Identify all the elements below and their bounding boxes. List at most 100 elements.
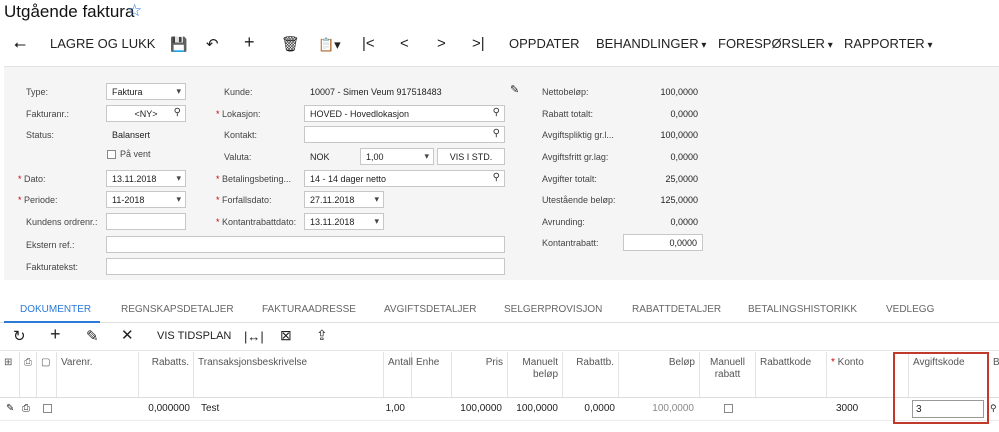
cell-description[interactable]: Test [201,403,219,414]
note-icon[interactable] [43,404,52,413]
col-price[interactable]: Pris [452,352,508,397]
cell-price[interactable]: 100,0000 [452,403,502,414]
page-title: Utgående faktura [4,2,135,21]
type-select[interactable]: Faktura [106,83,186,100]
tab-address[interactable]: FAKTURAADRESSE [262,304,356,315]
search-icon[interactable]: ⚲ [174,107,181,118]
total-label: Kontantrabatt: [542,238,599,248]
refresh-icon[interactable]: ↻ [13,329,26,344]
cell-account[interactable]: 3000 [836,403,858,414]
cash-discount-field[interactable]: 0,0000 [623,234,703,251]
contact-field[interactable]: ⚲ [304,126,505,143]
upload-icon[interactable]: ⇪ [316,328,328,343]
cell-quantity[interactable]: 1,00 [370,403,405,414]
view-schedule-button[interactable]: VIS TIDSPLAN [157,330,231,342]
col-quantity[interactable]: Antall [384,352,413,397]
inquiries-menu[interactable]: FORESPØRSLER [718,36,833,51]
col-item[interactable]: Varenr. [57,352,139,397]
location-field[interactable]: HOVED - Hovedlokasjon ⚲ [304,105,505,122]
period-label: Periode: [18,195,58,205]
customer-label: Kunde: [224,87,253,97]
table-row[interactable]: ✎ ⎙ 0,000000 Test 1,00 100,0000 100,0000… [0,398,999,421]
tab-bar: DOKUMENTER REGNSKAPSDETALJER FAKTURAADRE… [0,300,999,323]
summary-form: Type: Faktura Fakturanr.: <NY>⚲ Status: … [4,66,999,280]
actions-menu[interactable]: BEHANDLINGER [596,36,706,51]
tab-discounts[interactable]: RABATTDETALJER [632,304,721,315]
rate-field[interactable]: 1,00 [360,148,434,165]
col-discount-code[interactable]: Rabattkode [756,352,827,397]
search-icon[interactable]: ⚲ [493,128,500,139]
currency-value: NOK [310,152,330,162]
total-value: 100,0000 [660,87,698,97]
cell-manual-amount[interactable]: 100,0000 [508,403,558,414]
type-label: Type: [26,87,49,97]
edit-icon[interactable]: ✎ [510,83,519,98]
hold-checkbox[interactable] [107,150,116,159]
save-icon[interactable]: 💾 [170,37,187,52]
ref-number-field[interactable]: <NY> ⚲ [106,105,186,122]
period-field[interactable]: 11-2018 [106,191,186,208]
col-manual-amount[interactable]: Manuelt beløp [508,352,563,397]
edit-row-icon[interactable]: ✎ [86,329,99,344]
customer-order-label: Kundens ordrenr.: [26,217,98,227]
col-description[interactable]: Transaksjonsbeskrivelse [194,352,384,397]
total-value: 100,0000 [660,130,698,140]
attachment-icon: ⎙ [20,352,37,397]
col-manual-discount[interactable]: Manuell rabatt [700,352,756,397]
col-discount-pct[interactable]: Rabatts. [139,352,194,397]
col-extra[interactable]: B [989,352,999,397]
col-amount[interactable]: Beløp [619,352,700,397]
delete-icon[interactable]: 🗑 [281,37,300,52]
tab-accounting[interactable]: REGNSKAPSDETALJER [121,304,234,315]
search-icon[interactable]: ⚲ [493,107,500,118]
previous-record-icon[interactable]: < [400,36,409,51]
terms-label: Betalingsbeting... [216,174,291,184]
discount-date-field[interactable]: 13.11.2018 [304,213,384,230]
reports-menu[interactable]: RAPPORTER [844,36,932,51]
status-value: Balansert [112,130,151,140]
export-excel-icon[interactable]: ⊠ [280,328,292,343]
manual-discount-checkbox[interactable] [724,404,733,413]
tab-documents[interactable]: DOKUMENTER [20,304,91,315]
customer-order-field[interactable] [106,213,186,230]
tab-payment-history[interactable]: BETALINGSHISTORIKK [748,304,857,315]
first-record-icon[interactable]: |< [362,36,375,51]
col-discount-amount[interactable]: Rabattb. [563,352,619,397]
view-base-button[interactable]: VIS I STD. [437,148,505,165]
back-arrow-icon[interactable]: ⭠ [14,37,26,52]
date-field[interactable]: 13.11.2018 [106,170,186,187]
due-date-field[interactable]: 27.11.2018 [304,191,384,208]
search-icon[interactable]: ⚲ [493,172,500,183]
description-field[interactable] [106,258,505,275]
cell-discount-pct[interactable]: 0,000000 [139,403,190,414]
total-value: 25,0000 [665,174,698,184]
refresh-button[interactable]: OPPDATER [509,36,580,51]
tab-commission[interactable]: SELGERPROVISJON [504,304,602,315]
search-icon[interactable]: ⚲ [990,403,997,414]
next-record-icon[interactable]: > [437,36,446,51]
external-ref-field[interactable] [106,236,505,253]
terms-field[interactable]: 14 - 14 dager netto ⚲ [304,170,505,187]
grid-settings-icon[interactable]: ⊞ [0,352,20,397]
delete-row-icon[interactable]: ✕ [121,328,134,343]
attachment-icon[interactable]: ⎙ [22,403,30,414]
fit-columns-icon[interactable]: |↔| [244,329,264,344]
total-label: Avgiftspliktig gr.l... [542,130,614,140]
add-icon[interactable]: + [244,33,255,51]
status-label: Status: [26,130,55,140]
external-ref-label: Ekstern ref.: [26,240,75,250]
copy-paste-icon[interactable]: 📋▾ [318,37,341,52]
cell-discount-amount[interactable]: 0,0000 [563,403,615,414]
tab-attachments[interactable]: VEDLEGG [886,304,934,315]
tab-tax[interactable]: AVGIFTSDETALJER [384,304,476,315]
location-label: Lokasjon: [216,109,261,119]
col-uom[interactable]: Enhe [412,352,452,397]
star-icon[interactable]: ☆ [127,1,142,21]
add-row-icon[interactable]: + [50,325,61,343]
total-value: 125,0000 [660,195,698,205]
undo-icon[interactable]: ↶ [206,37,219,52]
save-close-button[interactable]: LAGRE OG LUKK [50,36,155,51]
last-record-icon[interactable]: >| [472,36,485,51]
discount-date-label: Kontantrabattdato: [216,217,296,227]
edit-row-icon[interactable]: ✎ [6,403,14,414]
